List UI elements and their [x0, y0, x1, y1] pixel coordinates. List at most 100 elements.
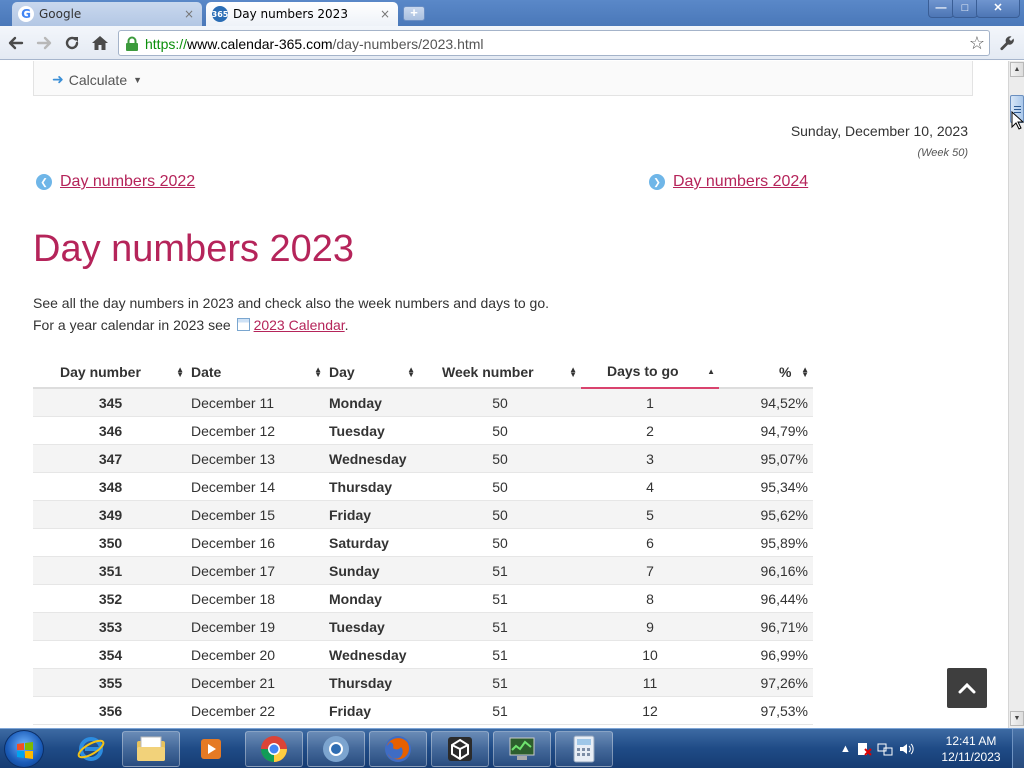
forward-button[interactable] [32, 31, 56, 55]
scroll-up-arrow-icon[interactable]: ▲ [1010, 62, 1024, 77]
table-row: 346 December 12 Tuesday 50 2 94,79% [33, 417, 813, 445]
back-button[interactable] [4, 31, 28, 55]
column-header-percent[interactable]: % ▲ ▼ [719, 355, 813, 389]
column-header-days-to-go[interactable]: Days to go ▲ [581, 355, 719, 389]
header-label: % [779, 364, 792, 380]
reload-button[interactable] [60, 31, 84, 55]
cell-day-number: 349 [98, 507, 123, 523]
tab-close-icon[interactable]: × [182, 7, 196, 21]
taskbar-firefox[interactable] [369, 731, 427, 767]
browser-titlebar: G Google × 365 Day numbers 2023 × + — □ … [0, 0, 1024, 26]
column-header-day-number[interactable]: Day number ▲ ▼ [33, 355, 188, 389]
header-label: Day number [60, 364, 141, 380]
tab-google[interactable]: G Google × [12, 2, 202, 26]
cell-days-to-go: 7 [646, 563, 654, 579]
url-scheme: https:// [145, 36, 188, 52]
cell-week-number: 51 [492, 591, 508, 607]
start-button[interactable] [4, 730, 44, 768]
network-icon[interactable] [877, 741, 893, 757]
chrome-alt-icon [323, 736, 349, 762]
prev-year-link[interactable]: ❮ Day numbers 2022 [36, 173, 195, 191]
cell-date: December 14 [191, 479, 276, 495]
google-favicon-icon: G [18, 6, 34, 22]
day-numbers-table: Day number ▲ ▼ Date ▲ ▼ Day ▲ ▼ Week number… [33, 355, 813, 725]
cell-week-number: 51 [492, 563, 508, 579]
arrow-right-icon: ➜ [52, 71, 64, 87]
cell-date: December 18 [191, 591, 276, 607]
home-button[interactable] [88, 31, 112, 55]
wrench-icon [1000, 36, 1014, 51]
close-window-button[interactable]: ✕ [976, 0, 1020, 18]
taskbar-internet-explorer[interactable] [62, 731, 120, 767]
cell-day: Friday [329, 507, 372, 523]
show-hidden-icons-icon[interactable]: ▲ [840, 743, 851, 755]
maximize-button[interactable]: □ [952, 0, 978, 18]
page-title: Day numbers 2023 [33, 228, 355, 270]
address-bar[interactable]: https://www.calendar-365.com/day-numbers… [118, 30, 990, 56]
next-year-link[interactable]: ❯ Day numbers 2024 [649, 173, 808, 191]
taskbar-unity[interactable] [431, 731, 489, 767]
new-tab-button[interactable]: + [403, 6, 425, 21]
taskbar-file-explorer[interactable] [122, 731, 180, 767]
tab-close-icon[interactable]: × [378, 7, 392, 21]
cell-day: Wednesday [329, 647, 407, 663]
tab-day-numbers[interactable]: 365 Day numbers 2023 × [206, 2, 398, 26]
column-header-date[interactable]: Date ▲ ▼ [188, 355, 326, 389]
taskbar-chrome-alt[interactable] [307, 731, 365, 767]
taskbar-system-monitor[interactable] [493, 731, 551, 767]
calculate-menu[interactable]: ➜ Calculate ▼ [52, 71, 142, 88]
cell-week-number: 50 [492, 395, 508, 411]
table-row: 355 December 21 Thursday 51 11 97,26% [33, 669, 813, 697]
calendar365-favicon-icon: 365 [212, 6, 228, 22]
action-center-icon[interactable] [856, 741, 872, 757]
cell-percent: 96,16% [760, 563, 808, 579]
taskbar-chrome[interactable] [245, 731, 303, 767]
cell-days-to-go: 10 [642, 647, 658, 663]
wrench-menu-button[interactable] [996, 31, 1018, 55]
calendar-icon [236, 318, 250, 331]
bookmark-star-icon[interactable]: ☆ [969, 33, 985, 54]
show-desktop-button[interactable] [1012, 729, 1024, 768]
cell-days-to-go: 1 [646, 395, 654, 411]
header-label: Day [329, 364, 355, 380]
cell-week-number: 51 [492, 647, 508, 663]
cell-date: December 13 [191, 451, 276, 467]
column-header-week-number[interactable]: Week number ▲ ▼ [419, 355, 581, 389]
home-icon [92, 36, 108, 50]
caret-down-icon: ▼ [133, 74, 143, 85]
column-header-day[interactable]: Day ▲ ▼ [326, 355, 419, 389]
cell-week-number: 51 [492, 619, 508, 635]
cell-date: December 17 [191, 563, 276, 579]
cell-day-number: 355 [98, 675, 123, 691]
internet-explorer-icon [77, 737, 105, 761]
header-label: Date [191, 364, 222, 380]
intro-line-2: For a year calendar in 2023 see 2023 Cal… [33, 314, 549, 336]
scroll-down-arrow-icon[interactable]: ▼ [1010, 711, 1024, 726]
reload-icon [65, 36, 79, 50]
vertical-scrollbar[interactable]: ▲ ▼ [1008, 61, 1024, 728]
volume-icon[interactable] [898, 741, 914, 757]
cell-percent: 95,07% [760, 451, 808, 467]
taskbar-calculator[interactable] [555, 731, 613, 767]
taskbar-clock[interactable]: 12:41 AM 12/11/2023 [936, 733, 1006, 765]
calendar-link[interactable]: 2023 Calendar [254, 317, 345, 333]
table-row: 351 December 17 Sunday 51 7 96,16% [33, 557, 813, 585]
clock-time: 12:41 AM [945, 734, 997, 748]
url-path: /day-numbers/2023.html [332, 36, 484, 52]
current-date: Sunday, December 10, 2023 [790, 123, 968, 139]
minimize-button[interactable]: — [928, 0, 954, 18]
intro-line-1: See all the day numbers in 2023 and chec… [33, 295, 549, 311]
back-to-top-button[interactable] [947, 668, 987, 708]
cell-day: Wednesday [329, 451, 407, 467]
cell-day-number: 345 [98, 395, 123, 411]
calculate-panel: ➜ Calculate ▼ [33, 61, 973, 96]
cell-percent: 95,89% [760, 535, 808, 551]
cell-percent: 95,34% [760, 479, 808, 495]
sort-both-icon: ▲ ▼ [801, 365, 809, 379]
table-row: 353 December 19 Tuesday 51 9 96,71% [33, 613, 813, 641]
taskbar-media-player[interactable] [182, 731, 240, 767]
cell-day: Tuesday [329, 619, 385, 635]
cell-percent: 96,71% [760, 619, 808, 635]
cell-week-number: 50 [492, 535, 508, 551]
intro-text: See all the day numbers in 2023 and chec… [33, 292, 549, 336]
